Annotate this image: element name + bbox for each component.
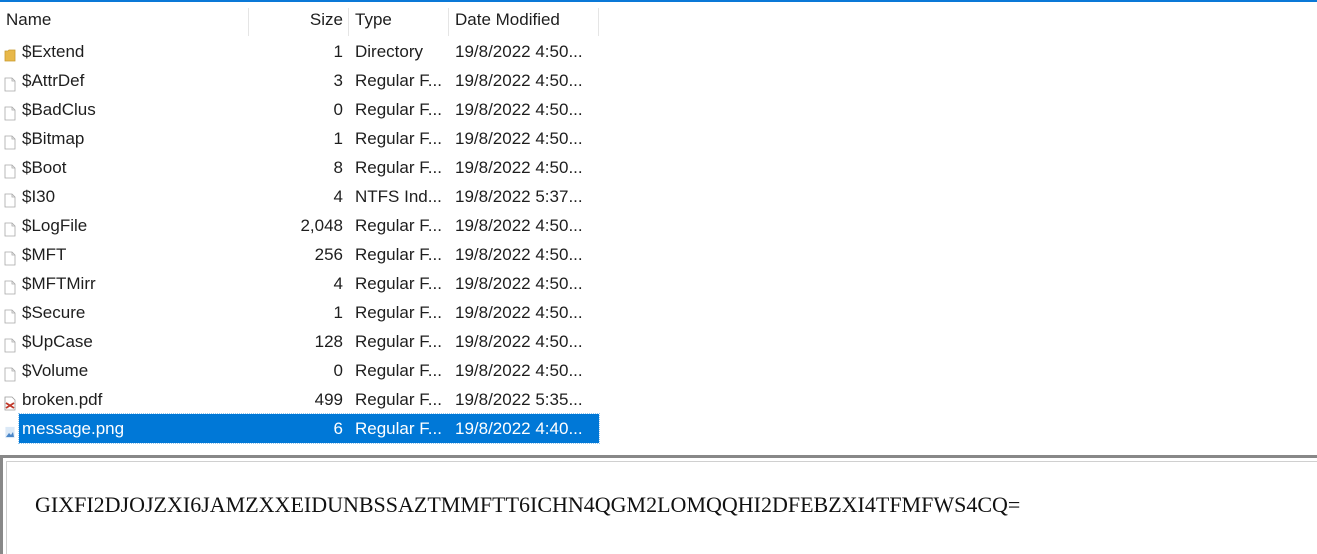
file-row[interactable]: $BadClus 0 Regular F... 19/8/2022 4:50... [0,95,600,124]
file-row[interactable]: $MFT 256 Regular F... 19/8/2022 4:50... [0,240,600,269]
column-headers: Name Size Type Date Modified [0,4,600,36]
file-name: $LogFile [22,216,88,235]
file-date-modified: 19/8/2022 5:35... [455,390,583,409]
file-date-modified: 19/8/2022 4:50... [455,332,583,351]
file-type: Regular F... [355,274,442,293]
file-row[interactable]: $Boot 8 Regular F... 19/8/2022 4:50... [0,153,600,182]
file-type: NTFS Ind... [355,187,442,206]
file-size: 256 [314,245,343,264]
column-separator[interactable] [248,8,249,36]
file-date-modified: 19/8/2022 4:40... [455,419,583,438]
file-type: Regular F... [355,71,442,90]
file-size: 1 [333,129,343,148]
file-row[interactable]: $I30 4 NTFS Ind... 19/8/2022 5:37... [0,182,600,211]
file-type: Regular F... [355,129,442,148]
file-date-modified: 19/8/2022 5:37... [455,187,583,206]
file-row[interactable]: broken.pdf 499 Regular F... 19/8/2022 5:35.… [0,385,600,414]
file-icon [4,72,16,92]
preview-content-area[interactable]: GIXFI2DJOJZXI6JAMZXXEIDUNBSSAZTMMFTT6ICH… [6,461,1317,554]
column-separator[interactable] [598,8,599,36]
file-icon [4,275,16,295]
column-separator[interactable] [348,8,349,36]
file-date-modified: 19/8/2022 4:50... [455,71,583,90]
file-row[interactable]: $Bitmap 1 Regular F... 19/8/2022 4:50... [0,124,600,153]
pdf-icon [4,391,16,411]
file-row[interactable]: $AttrDef 3 Regular F... 19/8/2022 4:50... [0,66,600,95]
file-type: Regular F... [355,216,442,235]
file-icon [4,333,16,353]
file-type: Regular F... [355,390,442,409]
file-date-modified: 19/8/2022 4:50... [455,42,583,61]
file-type: Regular F... [355,245,442,264]
file-size: 8 [333,158,343,177]
column-header-size[interactable]: Size [250,4,343,36]
file-type: Regular F... [355,332,442,351]
file-icon [4,246,16,266]
file-list-view[interactable]: Name Size Type Date Modified $Extend 1 Dir… [0,2,1317,450]
file-type: Regular F... [355,419,442,438]
file-icon [4,159,16,179]
file-size: 1 [333,303,343,322]
column-header-date-modified[interactable]: Date Modified [455,4,560,36]
file-date-modified: 19/8/2022 4:50... [455,361,583,380]
column-header-type[interactable]: Type [355,4,392,36]
file-size: 2,048 [300,216,343,235]
file-type: Regular F... [355,100,442,119]
preview-text: GIXFI2DJOJZXI6JAMZXXEIDUNBSSAZTMMFTT6ICH… [35,492,1021,517]
file-name: $Extend [22,42,85,61]
file-size: 6 [333,419,343,438]
file-size: 0 [333,361,343,380]
file-date-modified: 19/8/2022 4:50... [455,274,583,293]
file-type: Regular F... [355,303,442,322]
file-icon [4,101,16,121]
file-date-modified: 19/8/2022 4:50... [455,129,583,148]
file-size: 3 [333,71,343,90]
file-name: $I30 [22,187,56,206]
file-name: broken.pdf [22,390,103,409]
file-row[interactable]: $Extend 1 Directory 19/8/2022 4:50... [0,37,600,66]
file-row[interactable]: message.png 6 Regular F... 19/8/2022 4:40..… [0,413,600,444]
file-name: $Volume [22,361,89,380]
file-name: $BadClus [22,100,96,119]
file-icon [4,217,16,237]
file-name: $UpCase [22,332,93,351]
file-size: 1 [333,42,343,61]
file-date-modified: 19/8/2022 4:50... [455,100,583,119]
file-date-modified: 19/8/2022 4:50... [455,245,583,264]
file-icon [4,130,16,150]
image-icon [4,420,16,439]
file-name: $MFTMirr [22,274,96,293]
file-size: 0 [333,100,343,119]
file-name: $MFT [22,245,67,264]
folder-icon [4,43,16,62]
file-date-modified: 19/8/2022 4:50... [455,303,583,322]
file-size: 499 [314,390,343,409]
file-icon [4,304,16,324]
file-type: Regular F... [355,361,442,380]
file-row[interactable]: $MFTMirr 4 Regular F... 19/8/2022 4:50... [0,269,600,298]
column-separator[interactable] [448,8,449,36]
file-icon [4,188,16,208]
file-row[interactable]: $Volume 0 Regular F... 19/8/2022 4:50... [0,356,600,385]
file-name: $Boot [22,158,67,177]
file-row[interactable]: $Secure 1 Regular F... 19/8/2022 4:50... [0,298,600,327]
preview-pane: GIXFI2DJOJZXI6JAMZXXEIDUNBSSAZTMMFTT6ICH… [0,455,1317,554]
file-name: $AttrDef [22,71,85,90]
file-size: 4 [333,187,343,206]
file-name: message.png [22,419,125,438]
file-date-modified: 19/8/2022 4:50... [455,216,583,235]
file-rows: $Extend 1 Directory 19/8/2022 4:50... $AttrD… [0,37,600,444]
file-type: Directory [355,42,424,61]
column-header-name[interactable]: Name [6,4,51,36]
file-type: Regular F... [355,158,442,177]
file-date-modified: 19/8/2022 4:50... [455,158,583,177]
file-row[interactable]: $UpCase 128 Regular F... 19/8/2022 4:50... [0,327,600,356]
file-row[interactable]: $LogFile 2,048 Regular F... 19/8/2022 4:50.… [0,211,600,240]
file-icon [4,362,16,382]
file-name: $Secure [22,303,86,322]
file-size: 4 [333,274,343,293]
file-name: $Bitmap [22,129,85,148]
file-size: 128 [314,332,343,351]
